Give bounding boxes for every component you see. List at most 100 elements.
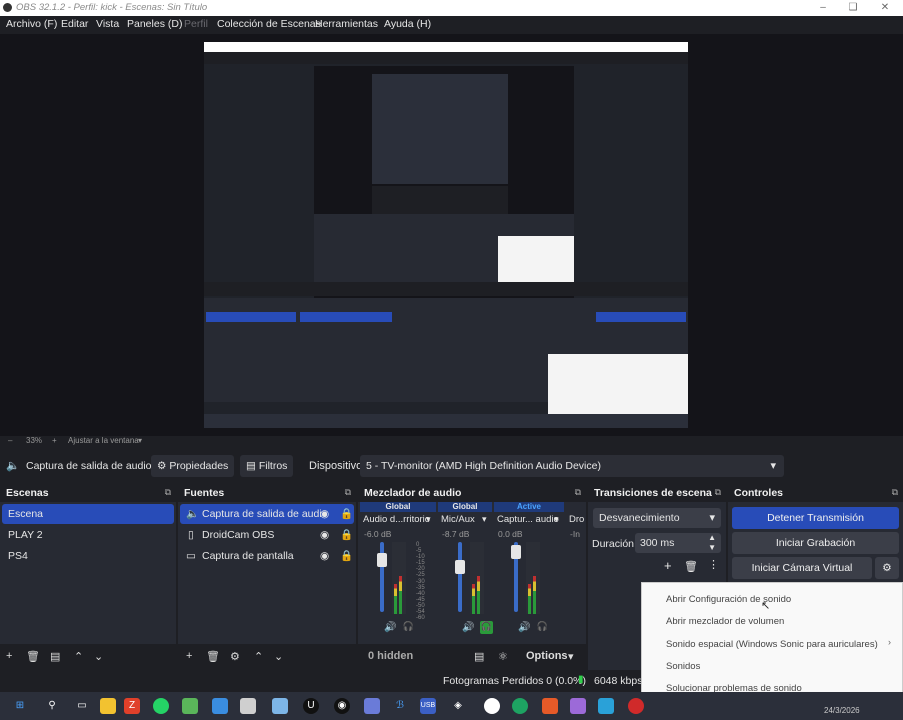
channel-name[interactable]: Dro (569, 514, 584, 525)
add-icon[interactable]: + (186, 650, 192, 662)
stop-stream-button[interactable]: Detener Transmisión (732, 507, 899, 529)
hidden-count[interactable]: 0 hidden (368, 650, 413, 662)
channel-menu-icon[interactable]: ▾ (554, 514, 559, 525)
options-button[interactable]: Options (526, 650, 568, 662)
app-icon[interactable] (570, 698, 586, 714)
channel-menu-icon[interactable]: ▾ (426, 514, 431, 525)
usb-util-icon[interactable]: USB (420, 698, 436, 714)
undock-icon[interactable]: ⧉ (345, 487, 351, 498)
menu-herramientas[interactable]: Herramientas (315, 18, 378, 30)
undock-icon[interactable]: ⧉ (892, 487, 898, 498)
brave-icon[interactable] (542, 698, 558, 714)
chevron-up-icon[interactable]: ▲ (708, 533, 716, 542)
menu-archivo[interactable]: Archivo (F) (6, 18, 57, 30)
menu-item-spatial-sound[interactable]: Sonido espacial (Windows Sonic para auri… (666, 639, 878, 650)
menu-perfil[interactable]: Perfil (184, 18, 208, 30)
undock-icon[interactable]: ⧉ (165, 487, 171, 498)
start-recording-button[interactable]: Iniciar Grabación (732, 532, 899, 554)
zoom-out-icon[interactable]: – (8, 436, 12, 445)
headphones-icon[interactable]: 🎧 (536, 621, 549, 634)
app-icon[interactable] (484, 698, 500, 714)
app-icon[interactable] (182, 698, 198, 714)
close-icon[interactable]: ✕ (878, 1, 892, 15)
scene-item[interactable]: Escena (2, 504, 174, 524)
layout-icon[interactable]: ▤ (474, 650, 484, 663)
chevron-down-icon[interactable]: ▾ (138, 436, 142, 445)
headphones-icon[interactable]: 🎧 (480, 621, 493, 634)
duration-input[interactable]: 300 ms ▲ ▼ (635, 533, 721, 553)
windows-start-icon[interactable]: ⊞ (12, 698, 28, 714)
volume-slider-handle[interactable] (455, 560, 465, 574)
app-icon[interactable] (598, 698, 614, 714)
channel-name[interactable]: Mic/Aux (441, 514, 475, 525)
trash-icon[interactable]: 🗑 (684, 560, 698, 573)
channel-name[interactable]: Captur... audio (497, 514, 559, 525)
mute-icon[interactable]: 🔊 (462, 622, 474, 633)
trash-icon[interactable]: 🗑 (206, 650, 220, 663)
app-icon[interactable] (364, 698, 380, 714)
trash-icon[interactable]: 🗑 (26, 650, 40, 663)
channel-menu-icon[interactable]: ▾ (482, 514, 487, 525)
eye-icon[interactable]: ◉ (320, 504, 329, 524)
undock-icon[interactable]: ⧉ (575, 487, 581, 498)
menu-item-sounds[interactable]: Sonidos (666, 661, 700, 672)
add-icon[interactable]: + (6, 650, 12, 662)
link-icon[interactable]: ⚛ (498, 650, 508, 663)
menu-ayuda[interactable]: Ayuda (H) (384, 18, 431, 30)
volume-slider[interactable] (458, 542, 462, 612)
restore-icon[interactable]: ❑ (846, 1, 860, 15)
chevron-down-icon[interactable]: ▾ (568, 650, 574, 663)
volume-slider-handle[interactable] (511, 545, 521, 559)
filezilla-icon[interactable]: Z (124, 698, 140, 714)
source-item[interactable]: ▭ Captura de pantalla ◉ 🔒 (180, 546, 354, 566)
app-icon[interactable]: ◈ (450, 698, 466, 714)
app-icon[interactable] (212, 698, 228, 714)
gear-icon[interactable]: ⚙ (230, 650, 240, 663)
properties-button[interactable]: ⚙ Propiedades (151, 455, 235, 477)
eye-icon[interactable]: ◉ (320, 546, 329, 566)
menu-vista[interactable]: Vista (96, 18, 119, 30)
transition-select[interactable]: Desvanecimiento ▾ (593, 508, 721, 528)
lock-icon[interactable]: 🔒 (340, 504, 353, 524)
mute-icon[interactable]: 🔊 (384, 622, 396, 633)
fit-window[interactable]: Ajustar a la ventana (68, 436, 139, 445)
app-icon[interactable] (272, 698, 288, 714)
zoom-in-icon[interactable]: + (52, 436, 57, 445)
virtual-camera-settings[interactable]: ⚙ (875, 557, 899, 579)
file-explorer-icon[interactable] (100, 698, 116, 714)
source-item[interactable]: ▯ DroidCam OBS ◉ 🔒 (180, 525, 354, 545)
chevron-down-icon[interactable]: ▼ (708, 543, 716, 552)
bluetooth-icon[interactable]: ℬ (392, 698, 408, 714)
obs-icon[interactable]: ◉ (334, 698, 350, 714)
menu-item-volume-mixer[interactable]: Abrir mezclador de volumen (666, 616, 784, 627)
whatsapp-icon[interactable] (153, 698, 169, 714)
more-icon[interactable]: ⋮ (708, 558, 719, 571)
upwork-icon[interactable]: U (303, 698, 319, 714)
add-icon[interactable]: + (664, 558, 672, 573)
chrome-icon[interactable] (512, 698, 528, 714)
filter-icon[interactable]: ▤ (50, 650, 60, 663)
menu-coleccion[interactable]: Colección de Escenas (217, 18, 321, 30)
menu-editar[interactable]: Editar (61, 18, 88, 30)
mute-icon[interactable]: 🔊 (518, 622, 530, 633)
recording-icon[interactable] (628, 698, 644, 714)
lock-icon[interactable]: 🔒 (340, 525, 353, 545)
virtual-camera-button[interactable]: Iniciar Cámara Virtual (732, 557, 872, 579)
device-select[interactable]: 5 - TV-monitor (AMD High Definition Audi… (360, 455, 784, 477)
channel-name[interactable]: Audio d...rritorio (363, 514, 430, 525)
filters-button[interactable]: ▤ Filtros (240, 455, 294, 477)
arrow-up-icon[interactable]: ⌃ (74, 650, 83, 663)
minimize-icon[interactable]: – (816, 1, 830, 15)
app-icon[interactable] (240, 698, 256, 714)
scene-item[interactable]: PLAY 2 (2, 525, 174, 545)
menu-paneles[interactable]: Paneles (D) (127, 18, 182, 30)
scene-item[interactable]: PS4 (2, 546, 174, 566)
lock-icon[interactable]: 🔒 (340, 546, 353, 566)
undock-icon[interactable]: ⧉ (715, 487, 721, 498)
menu-item-sound-settings[interactable]: Abrir Configuración de sonido (666, 594, 791, 605)
source-item[interactable]: 🔈 Captura de salida de audio ◉ 🔒 (180, 504, 354, 524)
arrow-down-icon[interactable]: ⌄ (274, 650, 283, 663)
eye-icon[interactable]: ◉ (320, 525, 329, 545)
arrow-up-icon[interactable]: ⌃ (254, 650, 263, 663)
search-icon[interactable]: ⚲ (44, 698, 60, 714)
